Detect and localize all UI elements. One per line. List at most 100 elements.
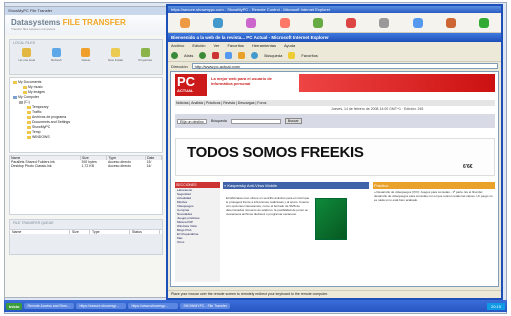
- star-icon[interactable]: [288, 51, 296, 59]
- table-row[interactable]: Desktop Photo Classic.lnk 1,72 KB Acceso…: [10, 164, 162, 168]
- folder-icon: [27, 120, 31, 124]
- search-input[interactable]: [230, 118, 281, 124]
- remote-tool-icon[interactable]: [312, 17, 323, 28]
- local-files-panel: LOCAL FILES Up one level Refresh Delete …: [9, 39, 163, 75]
- menu-item[interactable]: Ver: [213, 43, 219, 48]
- tree-item[interactable]: WINDOWS: [13, 135, 159, 140]
- top-ad-banner[interactable]: [299, 74, 495, 92]
- menu-item[interactable]: Herramientas: [252, 43, 276, 48]
- search-icon[interactable]: [251, 51, 259, 59]
- freekis-headline[interactable]: TODOS SOMOS FREEKIS: [187, 144, 364, 161]
- taskbar-item[interactable]: https://secure.showmyp...: [76, 303, 127, 309]
- menu-item[interactable]: Edición: [192, 43, 205, 48]
- toolbar-refresh-button[interactable]: Refresh: [44, 48, 68, 62]
- taskbar-item[interactable]: https://www.showmyp...: [128, 303, 179, 309]
- toolbar-up-button[interactable]: Up one level: [15, 48, 39, 62]
- folder-icon: [27, 135, 31, 139]
- folder-icon: [13, 80, 17, 84]
- forward-icon[interactable]: [199, 51, 207, 59]
- remote-tool-icon[interactable]: [179, 17, 190, 28]
- ie-menubar: Archivo Edición Ver Favoritos Herramient…: [168, 42, 501, 49]
- toolbar-properties-button[interactable]: Properties: [133, 48, 157, 62]
- webpage: PC ACTUAL La mejor web para el usuario de…: [170, 71, 499, 287]
- remote-titlebar: https://secure.showmypc.com - ShowMyPC -…: [168, 6, 501, 13]
- toolbar-new-folder-button[interactable]: New Folder: [104, 48, 128, 62]
- folder-icon: [27, 125, 31, 129]
- delete-icon: [81, 48, 91, 57]
- menu-item[interactable]: Favoritos: [227, 43, 243, 48]
- folder-tree[interactable]: My Documents My music My images My Compu…: [9, 77, 163, 153]
- site-date: Jueves, 14 de febrero de 2008 14:00 GMT+…: [331, 107, 424, 111]
- address-label: Dirección: [171, 63, 188, 69]
- file-toolbar: Up one level Refresh Delete New Folder P…: [10, 46, 162, 64]
- remote-tool-icon[interactable]: [212, 17, 223, 28]
- toolbar-delete-button[interactable]: Delete: [74, 48, 98, 62]
- sections-column: SECCIONES Laboratorio Seguridad Actualid…: [175, 182, 220, 282]
- remote-tool-icon[interactable]: [446, 17, 457, 28]
- practical-heading: Práctico: [373, 182, 495, 189]
- ad-price: 6'6€: [463, 164, 473, 170]
- new-folder-icon: [111, 48, 121, 57]
- window-title: ShowMyPC File Transfer: [5, 7, 167, 15]
- remote-tool-icon[interactable]: [379, 17, 390, 28]
- back-icon[interactable]: [171, 51, 178, 59]
- stop-icon[interactable]: [212, 51, 220, 59]
- destination-select[interactable]: Elija un destino: [177, 118, 207, 124]
- folder-icon: [23, 85, 27, 89]
- search-button[interactable]: Búsqueda: [264, 53, 282, 58]
- drive-icon: [19, 100, 23, 104]
- ie-toolbar: Atrás Búsqueda Favoritos: [168, 49, 501, 62]
- refresh-icon: [51, 48, 61, 57]
- ie-title-bar: Bienvenido a la web de la revista... PC …: [168, 33, 501, 42]
- remote-toolbar: [168, 13, 501, 33]
- remote-tool-icon[interactable]: [412, 17, 423, 28]
- file-list[interactable]: Name Size Type Date Parallels Shared Fol…: [9, 155, 163, 215]
- folder-icon: [23, 90, 27, 94]
- refresh-icon[interactable]: [225, 51, 233, 59]
- taskbar: Inicio Remote Access and Rem... https://…: [4, 300, 507, 312]
- article-text: El fabricante ruso ofrece un sencillo an…: [226, 196, 310, 216]
- taskbar-item[interactable]: SHOWMYPC - File Transfer: [180, 303, 231, 309]
- remote-tool-icon[interactable]: [279, 17, 290, 28]
- folder-icon: [27, 105, 31, 109]
- site-nav[interactable]: Noticias | Análisis | Prácticos | Revist…: [175, 100, 495, 106]
- product-box-image[interactable]: [315, 198, 347, 240]
- site-tagline: La mejor web para el usuario de informát…: [211, 76, 272, 86]
- address-input[interactable]: http://www.pc-actual.com/: [191, 63, 498, 69]
- back-button[interactable]: Atrás: [184, 53, 193, 58]
- practical-text[interactable]: » Desarrollo de videojuegos (XVI): Juego…: [373, 189, 495, 203]
- start-button[interactable]: Inicio: [6, 302, 23, 310]
- up-folder-icon: [22, 48, 32, 57]
- brand-subtitle: Transfer files between computers: [11, 27, 56, 31]
- computer-icon: [13, 95, 17, 99]
- favorites-button[interactable]: Favoritos: [301, 53, 317, 58]
- menu-item[interactable]: Archivo: [171, 43, 184, 48]
- remote-tool-icon[interactable]: [346, 17, 357, 28]
- properties-icon: [140, 48, 150, 57]
- folder-icon: [27, 115, 31, 119]
- file-transfer-window: ShowMyPC File Transfer Datasystems FILE …: [4, 6, 168, 298]
- folder-icon: [27, 130, 31, 134]
- search-label: Búsqueda: [211, 119, 227, 123]
- search-submit-button[interactable]: Buscar: [284, 118, 302, 124]
- folder-icon: [27, 110, 31, 114]
- queue-heading: FILE TRANSFER QUEUE: [13, 221, 54, 225]
- address-bar: Dirección http://www.pc-actual.com/: [168, 62, 501, 70]
- status-bar: Place your mouse over the remote screen …: [168, 290, 501, 298]
- menu-item[interactable]: Ayuda: [284, 43, 295, 48]
- site-search-bar: Elija un destino Búsqueda Buscar: [175, 114, 495, 128]
- brand-banner: Datasystems FILE TRANSFER Transfer files…: [5, 15, 167, 35]
- section-link[interactable]: Otros: [175, 240, 220, 244]
- featured-article: » Kaspersky Anti-Virus Mobile El fabrica…: [223, 182, 369, 282]
- queue-header: Name Size Type Status: [10, 229, 162, 234]
- remote-ie-window: https://secure.showmypc.com - ShowMyPC -…: [166, 4, 503, 300]
- pc-actual-logo[interactable]: PC ACTUAL: [175, 74, 207, 96]
- home-icon[interactable]: [238, 51, 246, 59]
- transfer-queue-panel: FILE TRANSFER QUEUE Name Size Type Statu…: [9, 219, 163, 255]
- practical-column: Práctico » Desarrollo de videojuegos (XV…: [373, 182, 495, 282]
- taskbar-item[interactable]: Remote Access and Rem...: [24, 303, 75, 309]
- brand-logo: Datasystems FILE TRANSFER: [11, 18, 126, 27]
- article-heading[interactable]: » Kaspersky Anti-Virus Mobile: [223, 182, 369, 189]
- remote-tool-icon[interactable]: [246, 17, 257, 28]
- remote-tool-icon[interactable]: [479, 17, 490, 28]
